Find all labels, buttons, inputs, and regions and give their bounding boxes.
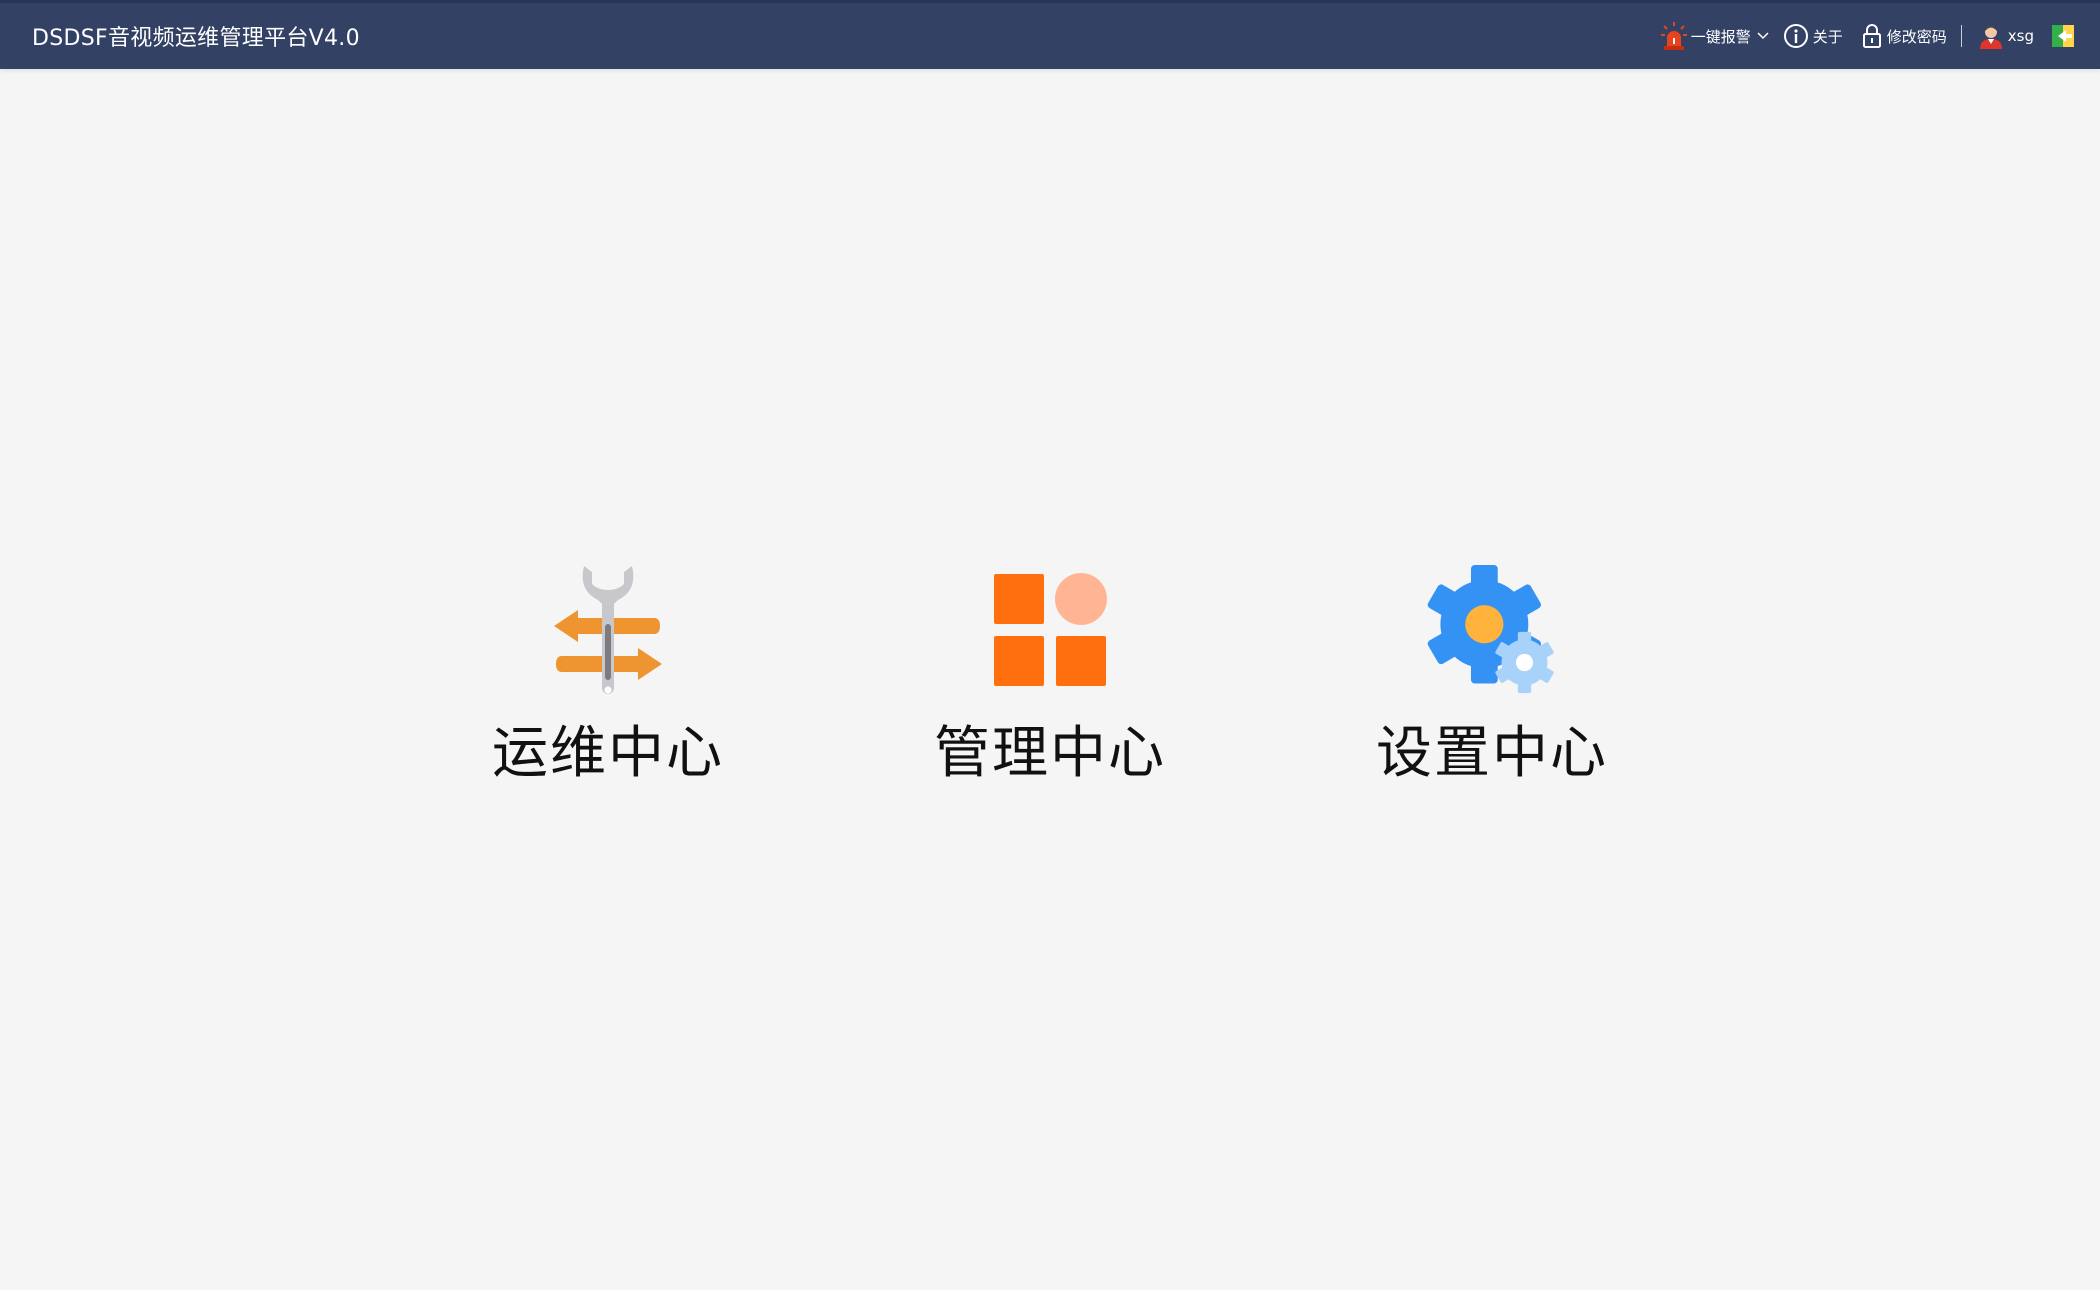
one-click-alarm-button[interactable]: 一键报警: [1660, 21, 1769, 51]
alarm-label: 一键报警: [1690, 27, 1751, 46]
management-center-label: 管理中心: [934, 721, 1166, 786]
lock-icon: [1861, 23, 1883, 49]
management-center-entry[interactable]: 管理中心: [920, 560, 1180, 800]
ops-center-label: 运维中心: [492, 721, 724, 786]
app-grid-icon: [985, 560, 1115, 700]
top-header-bar: DSDSF音视频运维管理平台V4.0 一键报警 关于 修改密码 xsg: [0, 0, 2100, 69]
center-entry-list: 运维中心 管理中心 设置中心: [0, 560, 2100, 800]
logout-button[interactable]: [2050, 23, 2076, 49]
divider: [1960, 25, 1962, 47]
chevron-down-icon: [1757, 31, 1769, 41]
header-toolbar: 一键报警 关于 修改密码 xsg: [1647, 3, 2076, 69]
user-avatar-icon: [1978, 23, 2004, 49]
logout-icon: [2050, 23, 2076, 49]
change-password-label: 修改密码: [1886, 27, 1947, 46]
alarm-siren-icon: [1660, 21, 1687, 51]
settings-center-entry[interactable]: 设置中心: [1362, 560, 1622, 800]
about-label: 关于: [1812, 27, 1843, 46]
about-button[interactable]: 关于: [1783, 23, 1843, 49]
username-label: xsg: [2007, 27, 2034, 45]
user-menu[interactable]: xsg: [1978, 23, 2034, 49]
ops-center-entry[interactable]: 运维中心: [478, 560, 738, 800]
info-icon: [1783, 23, 1809, 49]
wrench-arrows-icon: [543, 560, 673, 700]
settings-center-label: 设置中心: [1376, 721, 1608, 786]
settings-gear-icon: [1427, 560, 1557, 700]
app-title: DSDSF音视频运维管理平台V4.0: [32, 26, 360, 51]
change-password-button[interactable]: 修改密码: [1861, 23, 1947, 49]
